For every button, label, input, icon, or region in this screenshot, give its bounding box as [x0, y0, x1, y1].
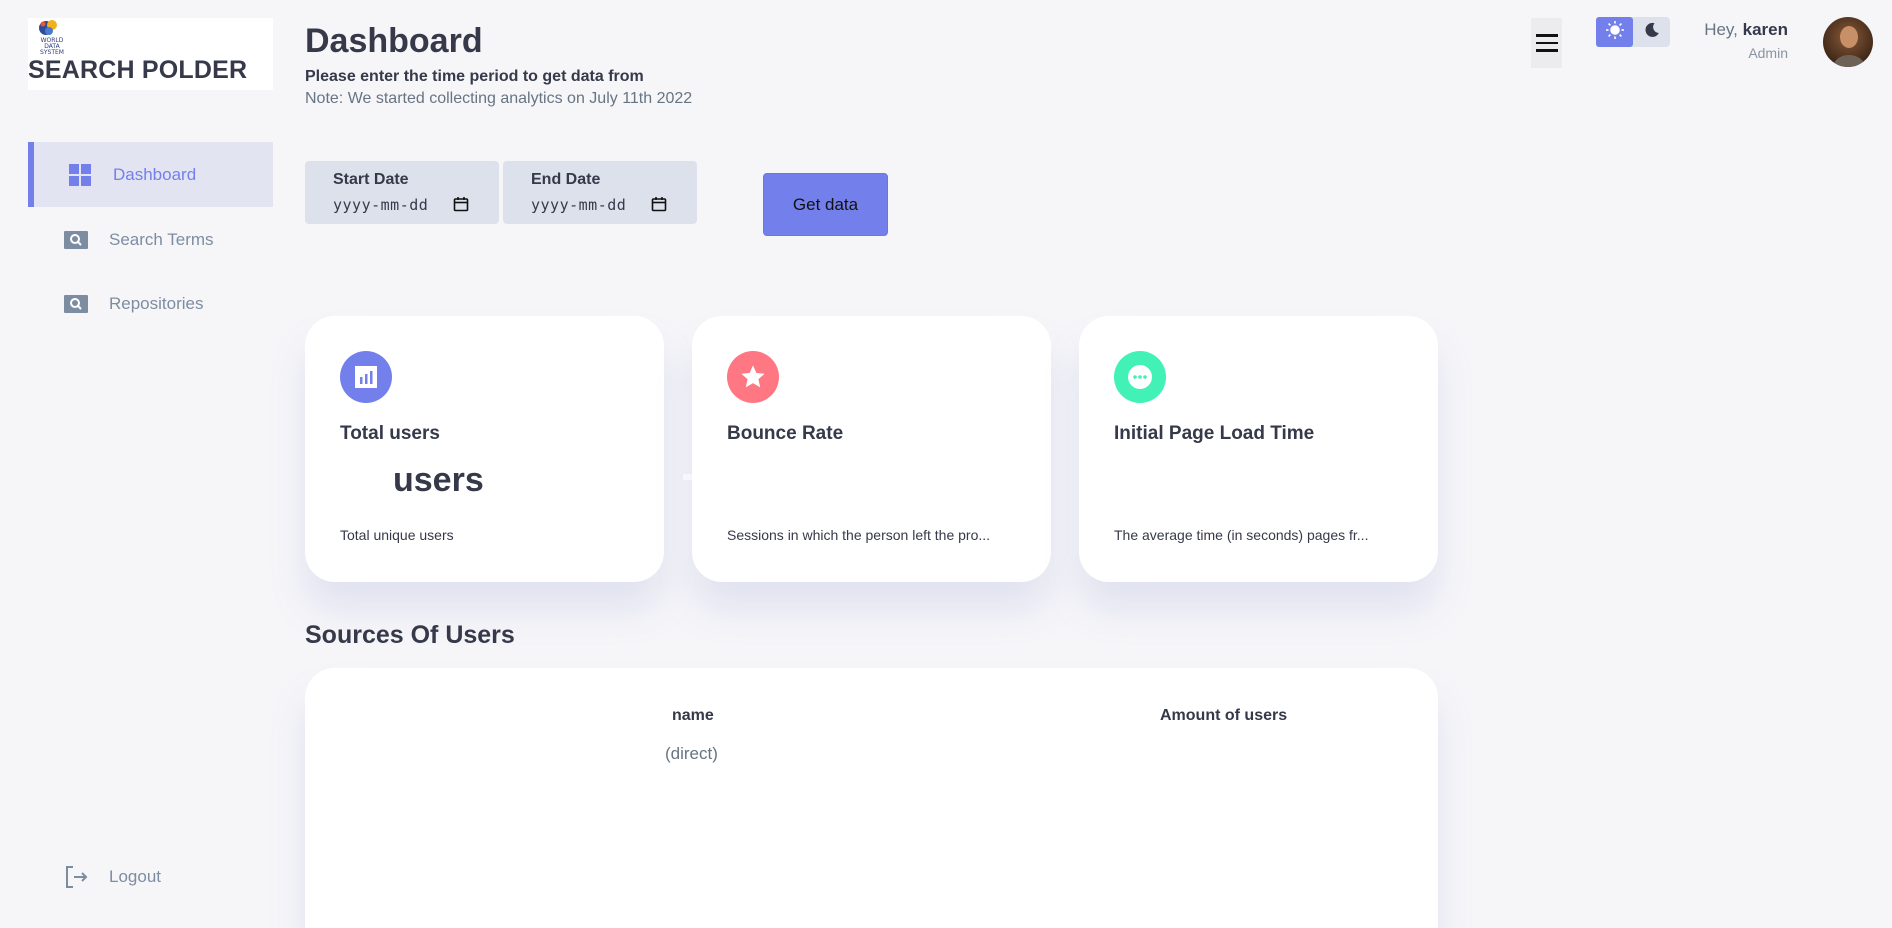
- start-date-field[interactable]: Start Date yyyy-mm-dd: [305, 161, 499, 224]
- card-description: Total unique users: [340, 527, 454, 543]
- analytics-note: Note: We started collecting analytics on…: [305, 90, 693, 107]
- start-date-label: Start Date: [333, 171, 409, 188]
- card-title: Bounce Rate: [727, 423, 844, 444]
- total-users-value: users: [393, 461, 484, 499]
- page-title: Dashboard: [305, 22, 483, 60]
- light-mode-toggle[interactable]: [1596, 17, 1633, 47]
- theme-toggler[interactable]: [1596, 17, 1670, 47]
- sources-table: name Amount of users (direct): [305, 668, 1438, 928]
- column-header-name: name: [672, 707, 714, 724]
- page-load-card: Initial Page Load Time The average time …: [1079, 316, 1438, 582]
- grid-icon: [68, 163, 92, 187]
- sidebar-item-search-terms[interactable]: Search Terms: [28, 207, 273, 272]
- sidebar-item-label: Search Terms: [109, 229, 214, 249]
- sidebar-item-label: Repositories: [109, 293, 204, 313]
- calendar-icon[interactable]: [453, 196, 469, 212]
- calendar-icon[interactable]: [651, 196, 667, 212]
- period-hint: Please enter the time period to get data…: [305, 68, 644, 85]
- start-date-input[interactable]: yyyy-mm-dd: [333, 196, 428, 214]
- star-icon: [727, 351, 779, 403]
- card-title: Initial Page Load Time: [1114, 423, 1315, 444]
- main-content: Dashboard Please enter the time period t…: [305, 0, 1440, 928]
- bounce-rate-card: Bounce Rate Sessions in which the person…: [692, 316, 1051, 582]
- dark-mode-toggle[interactable]: [1633, 17, 1670, 47]
- table-cell-name: (direct): [665, 744, 718, 763]
- moon-icon: [1643, 21, 1661, 44]
- card-description: The average time (in seconds) pages fr..…: [1114, 527, 1369, 543]
- chart-icon: [340, 351, 392, 403]
- profile-role: Admin: [1748, 45, 1788, 61]
- column-header-amount: Amount of users: [1160, 707, 1288, 724]
- logout-button[interactable]: Logout: [28, 844, 273, 909]
- get-data-button[interactable]: Get data: [763, 173, 888, 236]
- logout-icon: [64, 865, 88, 889]
- profile-greeting: Hey, karen: [1704, 20, 1788, 39]
- card-title: Total users: [340, 423, 440, 444]
- sidebar-item-repositories[interactable]: Repositories: [28, 271, 273, 336]
- logo[interactable]: WORLD DATA SYSTEM SEARCH POLDER: [28, 18, 273, 90]
- card-description: Sessions in which the person left the pr…: [727, 527, 991, 543]
- sidebar-item-label: Dashboard: [113, 164, 197, 184]
- total-users-card: Total users users Total unique users: [305, 316, 664, 582]
- menu-icon-bar: [1535, 49, 1558, 52]
- brand-title: SEARCH POLDER: [28, 56, 248, 84]
- end-date-field[interactable]: End Date yyyy-mm-dd: [503, 161, 697, 224]
- sidebar: WORLD DATA SYSTEM SEARCH POLDER Dashboar…: [0, 0, 275, 918]
- sidebar-item-dashboard[interactable]: Dashboard: [28, 142, 273, 207]
- end-date-label: End Date: [531, 171, 601, 188]
- logo-icon: WORLD DATA SYSTEM: [32, 18, 72, 56]
- end-date-input[interactable]: yyyy-mm-dd: [531, 196, 626, 214]
- avatar[interactable]: [1823, 17, 1873, 67]
- search-icon: [64, 292, 88, 316]
- menu-button[interactable]: [1531, 18, 1562, 68]
- logout-label: Logout: [109, 866, 161, 886]
- menu-icon-bar: [1535, 41, 1558, 45]
- menu-icon-bar: [1535, 34, 1558, 37]
- section-title: Sources Of Users: [305, 621, 515, 649]
- search-icon: [64, 228, 88, 252]
- profile-name: karen: [1742, 20, 1788, 39]
- more-icon: [1114, 351, 1166, 403]
- sun-icon: [1605, 20, 1625, 45]
